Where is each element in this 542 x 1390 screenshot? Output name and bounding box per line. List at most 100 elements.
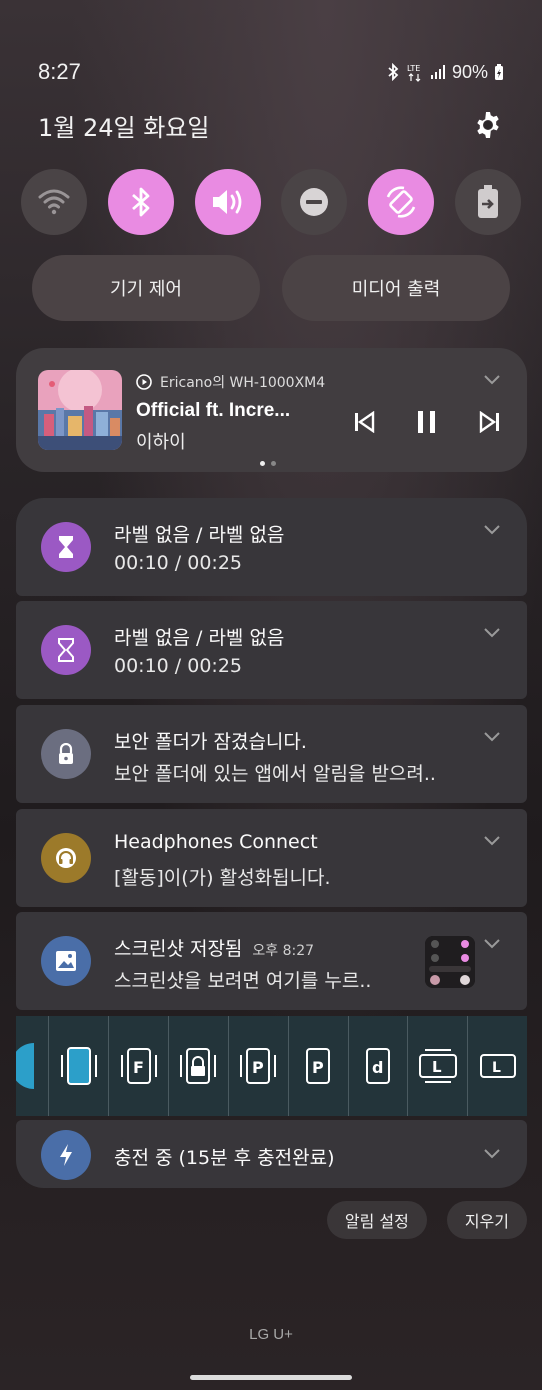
status-bar: 8:27 LTE 90% [38,58,504,86]
notification-settings-button[interactable]: 알림 설정 [326,1201,427,1239]
device-control-button[interactable]: 기기 제어 [32,255,260,321]
album-art [38,370,122,450]
notification-text: 보안 폴더에 있는 앱에서 알림을 받으려.. [114,763,436,785]
settings-gear-icon[interactable] [474,111,502,139]
notification-headphones-connect[interactable]: Headphones Connect [활동]이(가) 활성화됩니다. [16,809,527,907]
strip-item-partial[interactable] [16,1016,50,1116]
bluetooth-icon [131,187,150,217]
floating-icon-strip: F P P d L L [16,1016,527,1116]
clock: 8:27 [38,59,81,84]
home-indicator[interactable] [190,1375,352,1380]
strip-item-lock[interactable] [169,1016,229,1116]
chevron-down-icon[interactable] [483,1148,501,1160]
svg-text:L: L [492,1060,501,1076]
strip-item-l-rotate[interactable]: L [408,1016,469,1116]
svg-text:LTE: LTE [407,64,420,73]
power-share-toggle[interactable] [454,169,521,235]
svg-text:P: P [252,1058,264,1077]
chevron-down-icon[interactable] [483,524,501,536]
bottom-actions: 알림 설정 지우기 [326,1201,527,1239]
media-player[interactable]: Ericano의 WH-1000XM4 Official ft. Incre..… [16,348,527,472]
page-indicator [260,461,276,466]
auto-rotate-icon [386,186,416,218]
chevron-down-icon[interactable] [483,374,501,386]
secure-folder-app-icon [41,729,91,779]
media-artist: 이하이 [136,432,186,453]
notification-charging[interactable]: 충전 중 (15분 후 충전완료) [16,1120,527,1188]
media-source: Ericano의 WH-1000XM4 [136,372,325,392]
charging-app-icon [41,1130,91,1180]
strip-item-f[interactable]: F [109,1016,170,1116]
speaker-icon [212,190,241,214]
previous-track-icon[interactable] [353,411,375,433]
chevron-down-icon[interactable] [483,835,501,847]
svg-text:F: F [133,1058,144,1077]
timer-app-icon [41,522,91,572]
notification-timer-1[interactable]: 라벨 없음 / 라벨 없음 00:10 / 00:25 [16,498,527,596]
strip-item-d[interactable]: d [349,1016,409,1116]
sound-toggle[interactable] [194,169,261,235]
strip-item-p-phone[interactable]: P [229,1016,289,1116]
media-controls [353,410,501,434]
notification-title: 스크린샷 저장됨 [114,938,243,960]
status-icons: LTE 90% [386,62,504,83]
media-source-label: Ericano의 WH-1000XM4 [160,375,326,391]
lock-icon [59,743,73,764]
notification-title: Headphones Connect [114,831,318,853]
auto-rotate-toggle[interactable] [368,169,435,235]
signal-icon [430,65,445,79]
wifi-toggle[interactable] [21,169,87,235]
strip-item-p[interactable]: P [289,1016,349,1116]
lock-rotate-icon [180,1048,217,1084]
l-rotate-icon: L [418,1049,457,1083]
partial-circle-icon [16,1043,34,1089]
notification-text: 스크린샷을 보려면 여기를 누르.. [114,970,372,992]
clear-all-button[interactable]: 지우기 [446,1201,527,1239]
carrier-label: LG U+ [249,1326,293,1343]
screenshot-thumbnail[interactable] [425,936,475,988]
timer-app-icon [41,625,91,675]
headphones-app-icon [41,833,91,883]
notification-time: 오후 8:27 [252,943,315,959]
notification-text: 00:10 / 00:25 [114,655,242,677]
headphones-icon [56,848,76,868]
strip-item-l[interactable]: L [468,1016,527,1116]
notification-secure-folder[interactable]: 보안 폴더가 잠겼습니다. 보안 폴더에 있는 앱에서 알림을 받으려.. [16,705,527,803]
dnd-toggle[interactable] [281,169,348,235]
p-portrait-icon: P [306,1048,331,1084]
l-landscape-icon: L [479,1054,516,1078]
chevron-down-icon[interactable] [483,938,501,950]
image-icon [56,951,76,971]
lte-icon: LTE [407,64,421,82]
d-portrait-icon: d [365,1048,390,1084]
notification-title: 보안 폴더가 잠겼습니다. [114,731,307,753]
quick-toggles [21,169,521,235]
wifi-icon [38,189,70,215]
phone-rotate-icon [60,1047,97,1085]
next-track-icon[interactable] [479,411,501,433]
notification-timer-2[interactable]: 라벨 없음 / 라벨 없음 00:10 / 00:25 [16,601,527,699]
strip-item-phone-rotate[interactable] [49,1016,110,1116]
chevron-down-icon[interactable] [483,627,501,639]
p-rotate-icon: P [240,1048,277,1084]
pause-icon[interactable] [415,410,439,434]
svg-text:L: L [432,1058,442,1076]
bluetooth-icon [388,63,399,81]
play-circle-icon [136,374,152,390]
f-lock-icon: F [120,1048,157,1084]
chevron-down-icon[interactable] [483,731,501,743]
svg-text:d: d [372,1058,383,1077]
notification-text: 00:10 / 00:25 [114,552,242,574]
notification-screenshot[interactable]: 스크린샷 저장됨 오후 8:27 스크린샷을 보려면 여기를 누르.. [16,912,527,1010]
notification-title-row: 스크린샷 저장됨 오후 8:27 [114,934,314,961]
hourglass-icon [59,536,73,558]
do-not-disturb-icon [300,188,329,216]
bluetooth-toggle[interactable] [107,169,174,235]
battery-percent: 90% [451,61,488,82]
hourglass-outline-icon [58,638,74,662]
battery-charging-icon [495,64,503,80]
svg-text:P: P [312,1058,324,1077]
media-output-button[interactable]: 미디어 출력 [282,255,510,321]
gallery-app-icon [41,936,91,986]
notification-title: 충전 중 (15분 후 충전완료) [114,1147,335,1169]
